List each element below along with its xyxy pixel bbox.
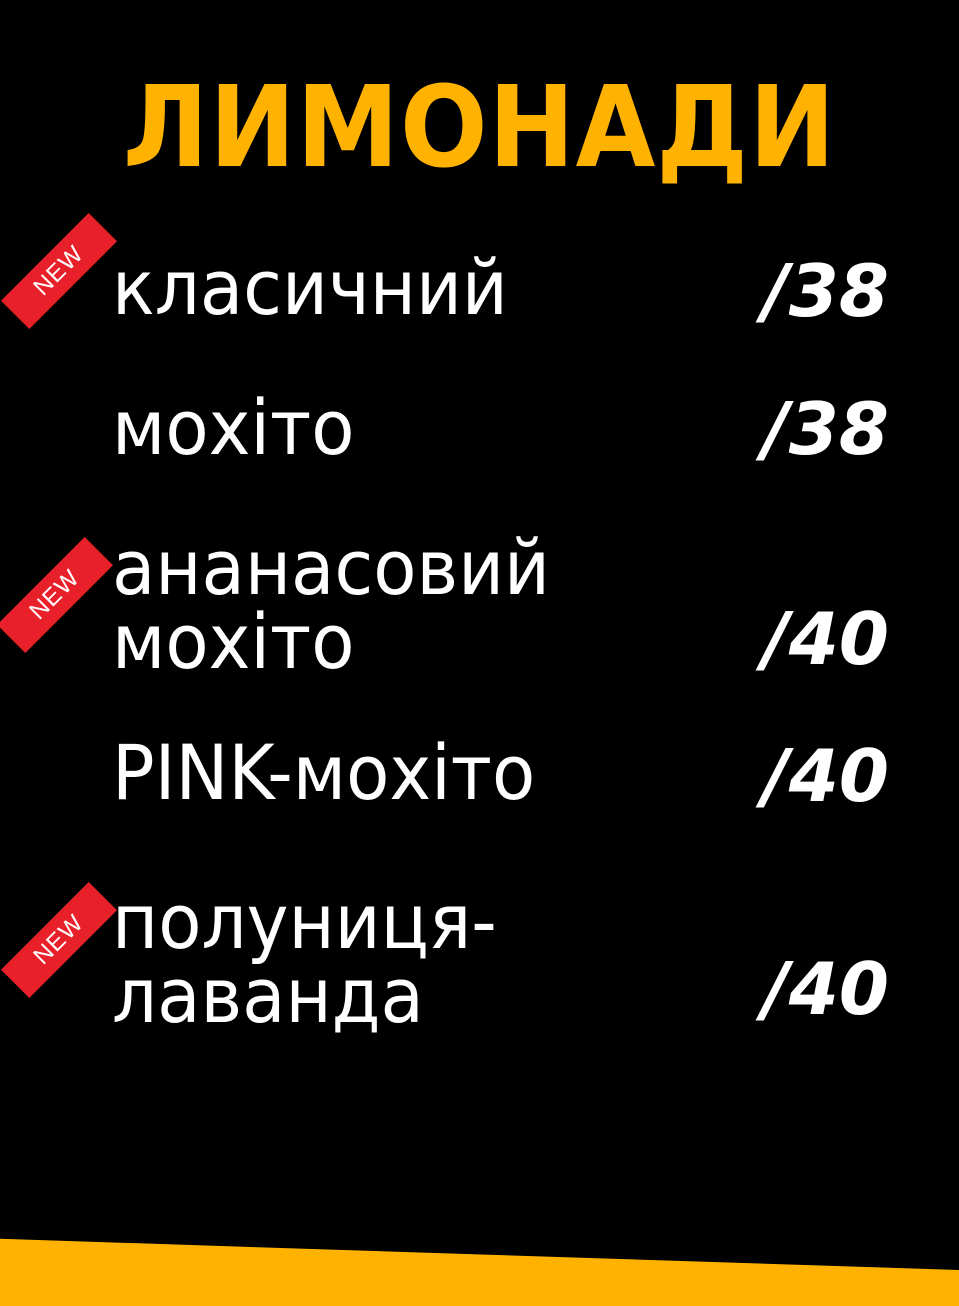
menu-item-name: мохіто	[112, 390, 354, 466]
menu-item-name: класичний	[112, 250, 508, 326]
new-badge: NEW	[0, 537, 113, 653]
new-badge: NEW	[1, 213, 117, 329]
new-badge-label: NEW	[28, 909, 90, 971]
menu-item-name-line1: класичний	[112, 243, 508, 332]
menu-item-name-line1: PINK-мохіто	[112, 728, 536, 817]
menu-board: ЛИМОНАДИ NEW класичний /38 мохіто /38 NE…	[0, 0, 959, 1306]
menu-title: ЛИМОНАДИ	[122, 63, 837, 193]
menu-item-name: ананасовий мохіто	[112, 530, 550, 680]
menu-item-price: /40	[762, 734, 890, 818]
new-badge-label: NEW	[24, 564, 86, 626]
menu-item-price: /38	[762, 387, 890, 471]
new-badge-label: NEW	[28, 240, 90, 302]
menu-item-name-line1: мохіто	[112, 383, 355, 472]
menu-item-price: /38	[762, 249, 890, 333]
new-badge: NEW	[1, 882, 117, 998]
bottom-accent-bar	[0, 1238, 959, 1306]
menu-item-name-line2: лаванда	[112, 951, 424, 1040]
menu-item-name: полуниця- лаванда	[112, 884, 497, 1034]
menu-item-price: /40	[762, 597, 890, 681]
menu-item-name: PINK-мохіто	[112, 735, 535, 811]
menu-item-name-line2: мохіто	[112, 597, 355, 686]
menu-item-price: /40	[762, 947, 890, 1031]
